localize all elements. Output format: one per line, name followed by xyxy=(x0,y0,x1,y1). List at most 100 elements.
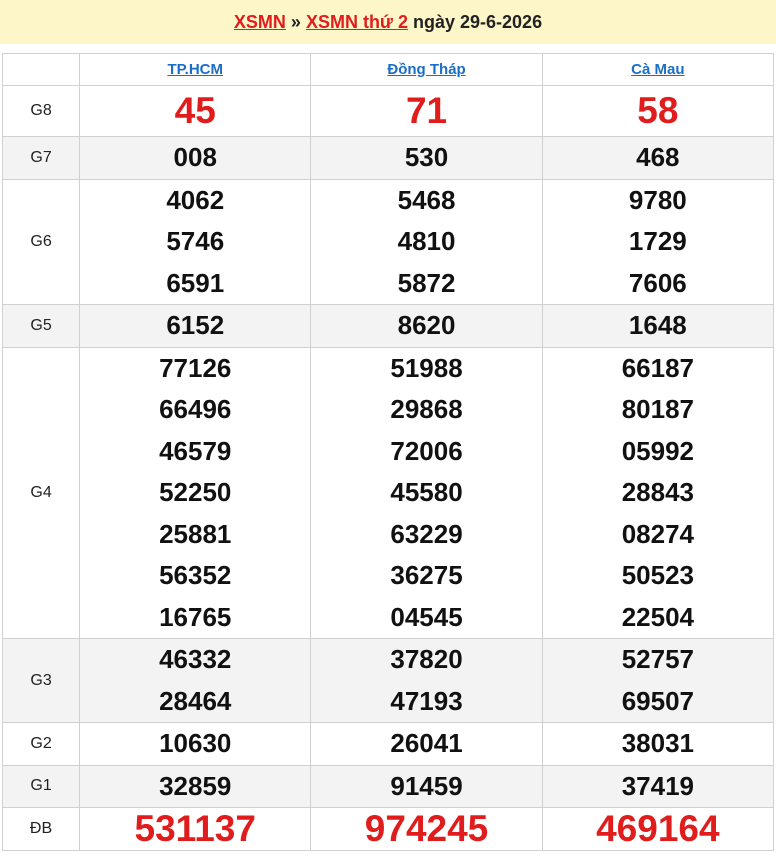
result-cell: 46332 28464 xyxy=(79,638,312,723)
prize-row-0: G8 45 71 58 xyxy=(1,85,775,137)
result-number: 46579 xyxy=(159,435,232,466)
result-cell: 45 xyxy=(79,85,312,137)
draw-date: ngày 29-6-2026 xyxy=(413,12,543,32)
result-number: 8620 xyxy=(397,310,456,340)
result-number: 25881 xyxy=(159,518,232,549)
prize-label: G2 xyxy=(1,722,81,766)
result-number: 16765 xyxy=(159,601,232,632)
result-number: 56352 xyxy=(159,560,232,590)
result-number: 468 xyxy=(636,142,680,172)
result-cell: 008 xyxy=(79,136,312,180)
result-number: 08274 xyxy=(621,518,694,549)
result-number: 5872 xyxy=(397,267,456,298)
result-number: 63229 xyxy=(390,518,463,549)
result-cell: 531137 xyxy=(79,807,312,851)
result-cell: 6152 xyxy=(79,304,312,348)
province-link-dong-thap[interactable]: Đồng Tháp xyxy=(387,61,465,78)
result-cell: 1648 xyxy=(541,304,775,348)
result-number: 10630 xyxy=(159,728,232,758)
result-number: 50523 xyxy=(621,560,694,590)
result-number: 9780 xyxy=(628,184,687,215)
prize-label: G3 xyxy=(1,638,81,723)
result-cell: 66187 80187 05992 28843 08274 50523 22504 xyxy=(541,346,775,639)
province-header: Đồng Tháp xyxy=(310,53,543,86)
result-number: 008 xyxy=(173,142,217,172)
result-cell: 8620 xyxy=(310,304,543,348)
result-number: 05992 xyxy=(621,435,694,466)
prize-row-6: G2 10630 26041 38031 xyxy=(1,722,775,766)
result-number: 1648 xyxy=(628,310,687,340)
xsmn-monday-link[interactable]: XSMN thứ 2 xyxy=(306,12,408,32)
result-number: 38031 xyxy=(621,728,694,758)
prize-row-5: G3 46332 28464 37820 47193 52757 69507 xyxy=(1,638,775,723)
result-cell: 37419 xyxy=(541,764,775,808)
result-cell: 38031 xyxy=(541,722,775,766)
result-number: 32859 xyxy=(159,770,232,801)
result-cell: 51988 29868 72006 45580 63229 36275 04545 xyxy=(310,346,543,639)
prize-row-7: G1 32859 91459 37419 xyxy=(1,764,775,808)
result-number: 58 xyxy=(637,90,679,132)
result-number: 6152 xyxy=(166,310,225,340)
result-number: 29868 xyxy=(390,394,463,424)
result-cell: 9780 1729 7606 xyxy=(541,178,775,305)
result-number: 5746 xyxy=(166,226,225,256)
result-number: 72006 xyxy=(390,435,463,466)
result-number: 7606 xyxy=(628,267,687,298)
results-table: TP.HCM Đồng Tháp Cà Mau G8 45 71 58 G7 008 530… xyxy=(1,53,775,851)
breadcrumb-separator: » xyxy=(290,12,301,32)
page-header: XSMN» XSMN thứ 2 ngày 29-6-2026 xyxy=(0,0,776,44)
result-cell: 5468 4810 5872 xyxy=(310,178,543,305)
prize-label: G1 xyxy=(1,764,81,808)
result-number: 469164 xyxy=(596,808,720,849)
province-header: Cà Mau xyxy=(541,53,775,86)
prize-label: G5 xyxy=(1,304,81,348)
result-number: 47193 xyxy=(390,685,463,716)
result-number: 04545 xyxy=(390,601,463,632)
result-number: 6591 xyxy=(166,267,225,298)
prize-row-3: G5 6152 8620 1648 xyxy=(1,304,775,348)
result-number: 974245 xyxy=(364,808,489,849)
result-number: 71 xyxy=(405,90,448,132)
prize-label: G6 xyxy=(1,178,81,305)
result-cell: 468 xyxy=(541,136,775,180)
prize-row-8: ĐB 531137 974245 469164 xyxy=(1,807,775,851)
province-header: TP.HCM xyxy=(79,53,312,86)
result-number: 28843 xyxy=(621,477,694,507)
result-number: 45 xyxy=(174,90,216,132)
result-cell: 37820 47193 xyxy=(310,638,543,723)
result-number: 91459 xyxy=(390,770,463,801)
result-number: 69507 xyxy=(621,685,694,716)
result-number: 4062 xyxy=(166,184,225,215)
result-number: 1729 xyxy=(628,226,687,256)
result-number: 4810 xyxy=(397,226,456,256)
result-number: 36275 xyxy=(390,560,463,590)
province-link-ca-mau[interactable]: Cà Mau xyxy=(631,61,684,78)
result-number: 45580 xyxy=(390,477,463,507)
result-number: 28464 xyxy=(159,685,232,716)
result-number: 80187 xyxy=(621,394,694,424)
prize-row-1: G7 008 530 468 xyxy=(1,136,775,180)
result-cell: 52757 69507 xyxy=(541,638,775,723)
prize-label: G8 xyxy=(1,85,81,137)
result-number: 530 xyxy=(404,142,449,172)
result-cell: 77126 66496 46579 52250 25881 56352 16765 xyxy=(79,346,312,639)
result-cell: 91459 xyxy=(310,764,543,808)
result-cell: 26041 xyxy=(310,722,543,766)
result-cell: 4062 5746 6591 xyxy=(79,178,312,305)
result-cell: 10630 xyxy=(79,722,312,766)
province-link-tphcm[interactable]: TP.HCM xyxy=(167,61,223,78)
result-number: 51988 xyxy=(390,352,463,383)
prize-label: G4 xyxy=(1,346,81,639)
result-number: 77126 xyxy=(159,352,232,383)
result-number: 531137 xyxy=(134,808,256,849)
result-cell: 530 xyxy=(310,136,543,180)
result-number: 26041 xyxy=(390,728,463,758)
result-cell: 974245 xyxy=(310,807,543,851)
result-cell: 32859 xyxy=(79,764,312,808)
xsmn-link[interactable]: XSMN xyxy=(234,12,286,32)
result-number: 37820 xyxy=(390,644,463,674)
prize-label: ĐB xyxy=(1,807,81,851)
table-header-row: TP.HCM Đồng Tháp Cà Mau xyxy=(1,53,775,86)
prize-row-2: G6 4062 5746 6591 5468 4810 5872 9780 1729 7606 xyxy=(1,178,775,305)
result-cell: 469164 xyxy=(541,807,775,851)
